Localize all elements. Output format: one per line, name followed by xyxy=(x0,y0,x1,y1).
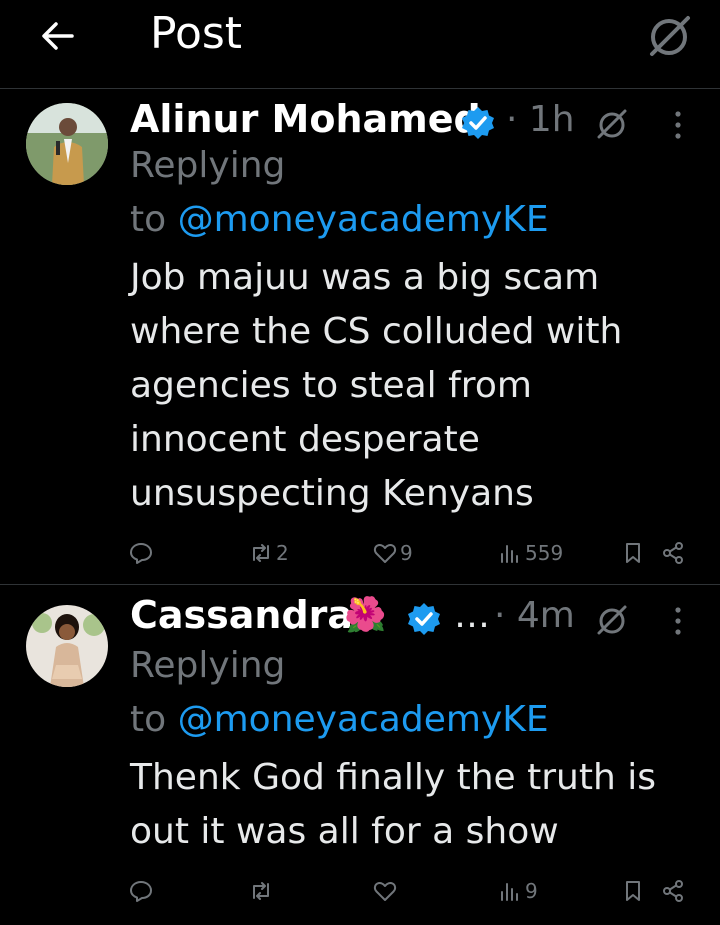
share-icon xyxy=(663,542,683,564)
replying-to-text: to xyxy=(130,699,178,740)
like-icon xyxy=(373,882,397,901)
page-title: Post xyxy=(150,8,243,59)
name-ellipsis: … xyxy=(454,595,490,636)
grok-icon[interactable] xyxy=(645,12,693,60)
reply-button[interactable] xyxy=(128,535,154,571)
share-button[interactable] xyxy=(660,873,686,909)
bookmark-button[interactable] xyxy=(620,535,646,571)
repost-icon xyxy=(253,544,269,562)
post-text: Job majuu was a big scam where the CS co… xyxy=(130,257,623,514)
repost-button[interactable] xyxy=(248,873,276,909)
replying-label: Replying xyxy=(130,645,286,686)
views-count: 559 xyxy=(525,541,564,565)
like-button[interactable]: 9 xyxy=(372,535,413,571)
grok-icon[interactable] xyxy=(595,603,629,637)
repost-count: 2 xyxy=(276,541,289,565)
reply-button[interactable] xyxy=(128,873,154,909)
mention-link[interactable]: @moneyacademyKE xyxy=(178,699,549,740)
bookmark-icon xyxy=(626,543,640,563)
replying-label: Replying xyxy=(130,145,286,186)
more-icon[interactable] xyxy=(667,105,689,145)
share-icon xyxy=(663,880,683,902)
reply-post[interactable]: Cassandra 🌺 … · 4m Replying to @moneyaca… xyxy=(0,585,720,925)
reply-post[interactable]: Alinur Mohamed · 1h Replying to @moneyac… xyxy=(0,89,720,585)
views-button[interactable]: 9 xyxy=(497,873,538,909)
grok-icon[interactable] xyxy=(595,107,629,141)
like-button[interactable] xyxy=(372,873,400,909)
like-count: 9 xyxy=(400,541,413,565)
mention-link[interactable]: @moneyacademyKE xyxy=(178,199,549,240)
back-arrow-icon[interactable] xyxy=(36,14,80,58)
action-bar: 2 9 559 xyxy=(0,535,720,571)
share-button[interactable] xyxy=(660,535,686,571)
replying-to-text: to xyxy=(130,199,178,240)
reply-icon xyxy=(130,881,152,902)
top-bar: Post xyxy=(0,0,720,89)
action-bar: 9 xyxy=(0,873,720,909)
like-icon xyxy=(373,544,397,563)
replying-to-line: to @moneyacademyKE xyxy=(130,199,549,240)
bookmark-button[interactable] xyxy=(620,873,646,909)
views-button[interactable]: 559 xyxy=(497,535,563,571)
verified-badge-icon xyxy=(408,603,440,635)
verified-badge-icon xyxy=(462,107,494,139)
author-name[interactable]: Cassandra xyxy=(130,593,353,637)
author-name[interactable]: Alinur Mohamed xyxy=(130,97,481,141)
author-emoji: 🌺 xyxy=(344,595,387,635)
avatar[interactable] xyxy=(26,103,108,185)
avatar[interactable] xyxy=(26,605,108,687)
views-count: 9 xyxy=(525,879,538,903)
replying-to-line: to @moneyacademyKE xyxy=(130,699,549,740)
post-time: · 4m xyxy=(494,595,575,636)
bookmark-icon xyxy=(626,881,640,901)
reply-icon xyxy=(130,543,152,564)
post-time: · 1h xyxy=(506,99,575,140)
views-icon xyxy=(501,545,518,563)
post-text: Thenk God finally the truth is out it wa… xyxy=(130,757,656,852)
post-header: Alinur Mohamed · 1h xyxy=(130,97,710,149)
post-header: Cassandra 🌺 … · 4m xyxy=(130,593,710,645)
views-icon xyxy=(501,883,518,901)
repost-button[interactable]: 2 xyxy=(248,535,289,571)
more-icon[interactable] xyxy=(667,601,689,641)
repost-icon xyxy=(253,882,269,900)
